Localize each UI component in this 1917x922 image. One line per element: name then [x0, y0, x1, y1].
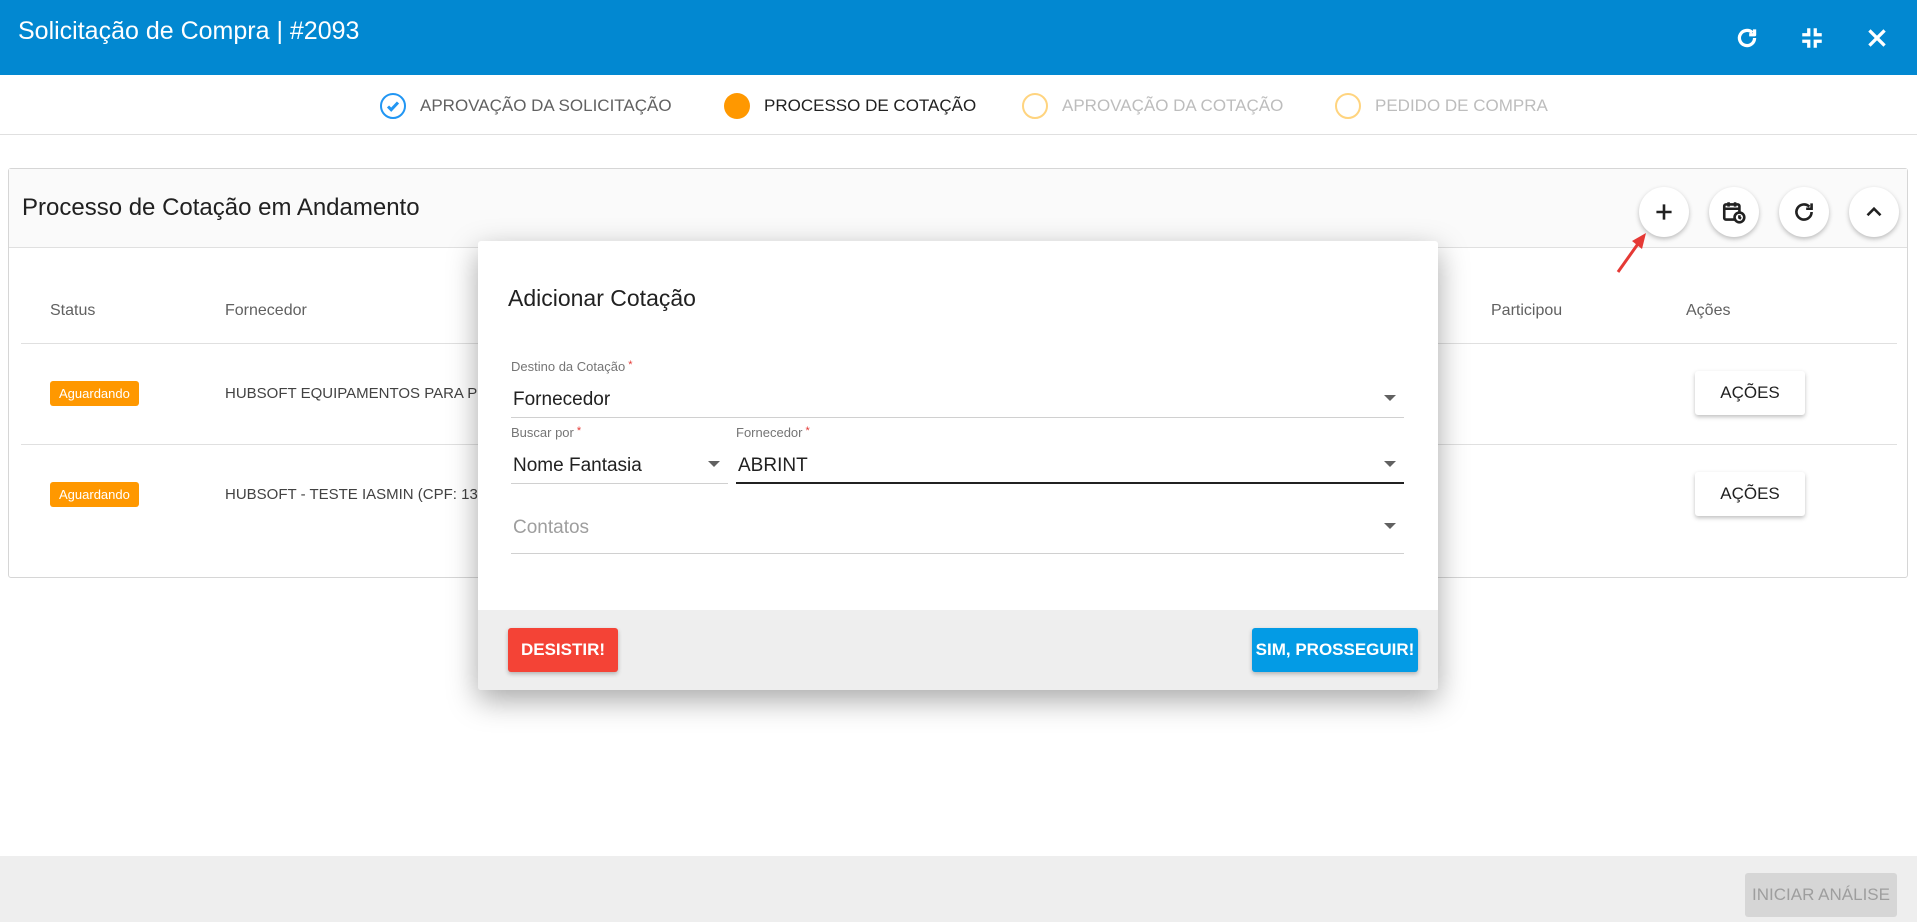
chevron-down-icon	[1384, 395, 1396, 401]
card-title: Processo de Cotação em Andamento	[22, 194, 420, 221]
step-label: APROVAÇÃO DA SOLICITAÇÃO	[420, 96, 672, 115]
empty-circle-icon	[1335, 93, 1361, 119]
schedule-button[interactable]	[1709, 187, 1759, 237]
field-underline	[511, 483, 728, 484]
required-mark: *	[576, 425, 582, 437]
destino-select[interactable]: Destino da Cotação * Fornecedor	[511, 359, 1404, 419]
cancel-button[interactable]: DESISTIR!	[508, 628, 618, 672]
chevron-down-icon	[1384, 461, 1396, 467]
check-circle-icon	[380, 93, 406, 119]
card-tools	[1639, 187, 1899, 237]
fornecedor-value: ABRINT	[738, 455, 808, 476]
window-title: Solicitação de Compra | #2093	[18, 17, 360, 45]
chevron-up-icon	[1866, 206, 1882, 217]
supplier-cell: HUBSOFT - TESTE IASMIN (CPF: 13	[225, 486, 478, 503]
field-underline	[736, 482, 1404, 484]
chevron-down-icon	[708, 461, 720, 467]
dialog-footer: DESISTIR! SIM, PROSSEGUIR!	[478, 610, 1438, 690]
step-label: PEDIDO DE COMPRA	[1375, 96, 1548, 115]
dialog-title: Adicionar Cotação	[508, 285, 696, 311]
step-label: PROCESSO DE COTAÇÃO	[764, 96, 977, 115]
contatos-placeholder: Contatos	[513, 517, 590, 538]
supplier-cell: HUBSOFT EQUIPAMENTOS PARA PI	[225, 385, 482, 402]
stepper: APROVAÇÃO DA SOLICITAÇÃO PROCESSO DE COT…	[0, 75, 1917, 135]
bottom-bar: INICIAR ANÁLISE	[0, 856, 1917, 922]
app-header: Solicitação de Compra | #2093	[0, 0, 1917, 75]
step-pedido-compra[interactable]: PEDIDO DE COMPRA	[1335, 93, 1548, 119]
column-header-status[interactable]: Status	[50, 302, 95, 320]
annotation-arrow-icon	[1616, 233, 1646, 273]
destino-label: Destino da Cotação	[511, 359, 626, 374]
field-label: Buscar por *	[511, 425, 581, 440]
refresh-icon	[1795, 203, 1813, 221]
required-mark: *	[805, 425, 810, 437]
refresh-list-button[interactable]	[1779, 187, 1829, 237]
add-quotation-dialog: Adicionar Cotação Destino da Cotação * Fo…	[478, 241, 1438, 690]
field-label: Fornecedor *	[736, 425, 810, 440]
add-icon	[1656, 204, 1672, 220]
header-actions	[1723, 14, 1901, 62]
active-dot-icon	[724, 93, 750, 119]
collapse-card-button[interactable]	[1849, 187, 1899, 237]
empty-circle-icon	[1022, 93, 1048, 119]
refresh-icon[interactable]	[1723, 14, 1771, 62]
step-aprovacao-solicitacao[interactable]: APROVAÇÃO DA SOLICITAÇÃO	[380, 93, 672, 119]
fornecedor-select[interactable]: Fornecedor * ABRINT	[736, 425, 1404, 485]
column-header-acoes: Ações	[1686, 302, 1731, 319]
collapse-icon[interactable]	[1788, 14, 1836, 62]
calendar-clock-icon	[1722, 202, 1746, 224]
fornecedor-label: Fornecedor	[736, 425, 803, 440]
column-header-fornecedor[interactable]: Fornecedor	[225, 302, 307, 320]
status-badge: Aguardando	[50, 381, 139, 406]
start-analysis-button[interactable]: INICIAR ANÁLISE	[1745, 873, 1897, 917]
required-mark: *	[628, 359, 633, 371]
field-label: Destino da Cotação *	[511, 359, 632, 374]
step-processo-cotacao[interactable]: PROCESSO DE COTAÇÃO	[724, 93, 976, 119]
buscar-por-value: Nome Fantasia	[513, 455, 642, 476]
row-actions-button[interactable]: AÇÕES	[1695, 371, 1805, 415]
confirm-button[interactable]: SIM, PROSSEGUIR!	[1252, 628, 1418, 672]
field-underline	[511, 417, 1404, 418]
row-actions-button[interactable]: AÇÕES	[1695, 472, 1805, 516]
chevron-down-icon	[1384, 523, 1396, 529]
field-underline	[511, 553, 1404, 554]
step-label: APROVAÇÃO DA COTAÇÃO	[1062, 96, 1284, 115]
close-icon[interactable]	[1853, 14, 1901, 62]
contatos-select[interactable]: Contatos	[511, 503, 1404, 555]
column-header-participou[interactable]: Participou	[1491, 302, 1562, 320]
buscar-por-select[interactable]: Buscar por * Nome Fantasia	[511, 425, 728, 485]
destino-value: Fornecedor	[513, 389, 611, 410]
buscar-por-label: Buscar por	[511, 425, 574, 440]
step-aprovacao-cotacao[interactable]: APROVAÇÃO DA COTAÇÃO	[1022, 93, 1283, 119]
status-badge: Aguardando	[50, 482, 139, 507]
